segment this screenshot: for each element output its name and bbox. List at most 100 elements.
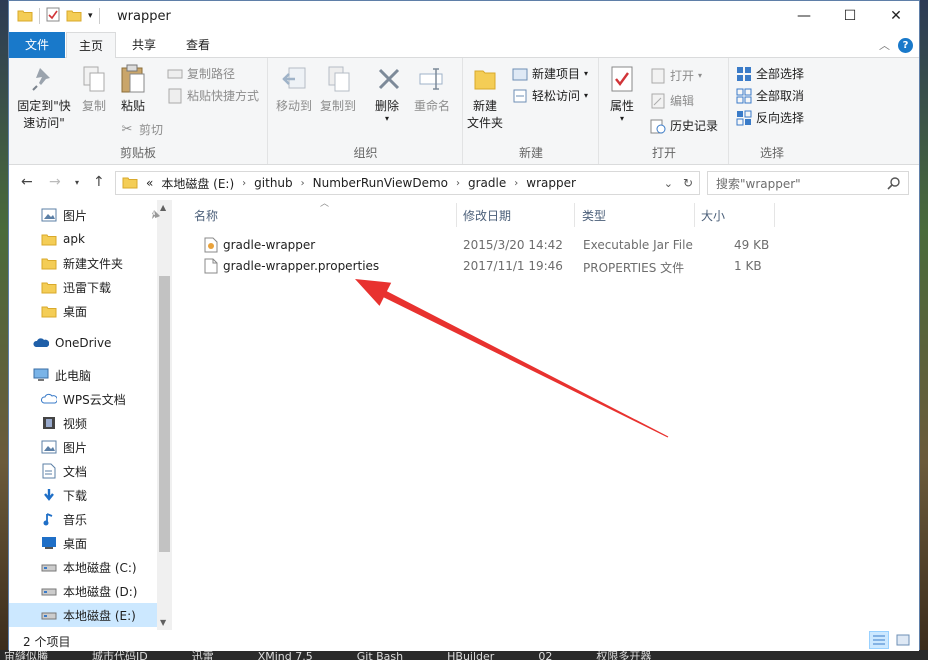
- column-divider[interactable]: [456, 203, 457, 227]
- tab-home[interactable]: 主页: [66, 32, 116, 59]
- breadcrumb-item[interactable]: github: [254, 176, 292, 190]
- invert-selection-button[interactable]: 反向选择: [736, 109, 804, 126]
- search-icon[interactable]: [887, 176, 901, 193]
- minimize-button[interactable]: —: [781, 1, 827, 31]
- nav-item[interactable]: 迅雷下载: [9, 275, 157, 299]
- nav-item[interactable]: 图片: [9, 203, 160, 227]
- paste-shortcut-button[interactable]: 粘贴快捷方式: [167, 87, 259, 104]
- nav-item[interactable]: 本地磁盘 (C:): [9, 555, 157, 579]
- help-icon[interactable]: ?: [898, 37, 913, 53]
- close-button[interactable]: ✕: [873, 1, 919, 31]
- column-header-date[interactable]: 修改日期: [463, 207, 511, 224]
- breadcrumb-item[interactable]: wrapper: [526, 176, 576, 190]
- breadcrumb-item[interactable]: gradle: [468, 176, 506, 190]
- nav-item-label: 此电脑: [55, 368, 92, 383]
- copy-button[interactable]: 复制: [77, 62, 111, 115]
- breadcrumb-separator-icon[interactable]: ›: [456, 178, 460, 189]
- nav-item[interactable]: apk: [9, 227, 157, 251]
- folder-icon: [122, 175, 138, 192]
- taskbar-item[interactable]: 城市代码ID: [92, 650, 148, 660]
- nav-scrollbar[interactable]: ▲ ▼: [157, 200, 172, 630]
- download-icon: [41, 487, 57, 503]
- refresh-icon[interactable]: ↻: [683, 176, 693, 190]
- nav-item[interactable]: 下载: [9, 483, 157, 507]
- scroll-thumb[interactable]: [159, 276, 170, 552]
- back-arrow-icon[interactable]: ←: [21, 174, 33, 190]
- taskbar-item[interactable]: 宙縫似螣: [4, 650, 48, 660]
- breadcrumb-separator-icon[interactable]: ›: [301, 178, 305, 189]
- forward-arrow-icon[interactable]: →: [49, 174, 61, 190]
- nav-item[interactable]: 新建文件夹: [9, 251, 157, 275]
- nav-item[interactable]: 此电脑: [9, 363, 157, 387]
- column-divider[interactable]: [694, 203, 695, 227]
- maximize-button[interactable]: ☐: [827, 1, 873, 31]
- breadcrumb-separator-icon[interactable]: ›: [514, 178, 518, 189]
- nav-item[interactable]: 本地磁盘 (E:): [9, 603, 157, 627]
- open-button[interactable]: 打开 ▾: [650, 67, 702, 84]
- new-folder-button[interactable]: 新建 文件夹: [466, 62, 504, 132]
- history-label: 历史记录: [670, 119, 719, 133]
- breadcrumb-item[interactable]: NumberRunViewDemo: [313, 176, 448, 190]
- tab-share[interactable]: 共享: [121, 32, 167, 58]
- recent-locations-icon[interactable]: ▾: [75, 178, 79, 187]
- select-none-button[interactable]: 全部取消: [736, 87, 804, 104]
- column-divider[interactable]: [574, 203, 575, 227]
- edit-button[interactable]: 编辑: [650, 92, 694, 109]
- file-row[interactable]: gradle-wrapper 2015/3/20 14:42 Executabl…: [194, 235, 774, 255]
- nav-item[interactable]: 本地磁盘 (D:): [9, 579, 157, 603]
- easy-access-button[interactable]: 轻松访问 ▾: [512, 87, 588, 104]
- collapse-ribbon-icon[interactable]: ︿: [879, 37, 890, 53]
- details-view-icon[interactable]: [869, 631, 889, 649]
- delete-button[interactable]: 删除 ▾: [373, 62, 401, 123]
- history-button[interactable]: 历史记录: [650, 117, 718, 134]
- column-header-type[interactable]: 类型: [582, 207, 606, 224]
- properties-dropdown-icon[interactable]: ▾: [604, 115, 640, 123]
- nav-item[interactable]: WPS云文档: [9, 387, 157, 411]
- nav-item[interactable]: 桌面: [9, 531, 157, 555]
- nav-item[interactable]: 视频: [9, 411, 157, 435]
- breadcrumb-separator-icon[interactable]: ›: [242, 178, 246, 189]
- rename-button[interactable]: 重命名: [413, 62, 451, 115]
- taskbar-item[interactable]: XMind 7.5: [258, 650, 313, 660]
- nav-item[interactable]: 桌面: [9, 299, 157, 323]
- delete-dropdown-icon[interactable]: ▾: [373, 115, 401, 123]
- copy-path-button[interactable]: 复制路径: [167, 65, 235, 82]
- tab-file[interactable]: 文件: [9, 32, 65, 58]
- large-icons-view-icon[interactable]: [893, 631, 913, 649]
- address-bar[interactable]: « 本地磁盘 (E:) › github › NumberRunViewDemo…: [115, 171, 700, 195]
- nav-item[interactable]: 音乐: [9, 507, 157, 531]
- scissors-icon: ✂: [121, 122, 133, 137]
- new-item-button[interactable]: 新建项目 ▾: [512, 65, 588, 82]
- select-all-button[interactable]: 全部选择: [736, 65, 804, 82]
- up-arrow-icon[interactable]: ↑: [93, 174, 105, 190]
- tab-view[interactable]: 查看: [175, 32, 221, 58]
- taskbar-item[interactable]: 02: [538, 650, 552, 660]
- taskbar-item[interactable]: 权限多开器: [596, 650, 651, 660]
- paste-button[interactable]: 粘贴: [115, 62, 151, 115]
- breadcrumb-overflow[interactable]: «: [146, 176, 153, 190]
- new-folder-icon[interactable]: [66, 8, 82, 25]
- taskbar-item[interactable]: 迅雷: [192, 650, 214, 660]
- properties-button[interactable]: 属性 ▾: [604, 62, 640, 123]
- scroll-down-icon[interactable]: ▼: [160, 618, 166, 627]
- explorer-window: ▾ wrapper — ☐ ✕ 文件 主页 共享 查看 ︿ ? 固定到"快 速访…: [8, 0, 920, 651]
- address-dropdown-icon[interactable]: ⌄: [664, 177, 673, 190]
- cut-button[interactable]: ✂ 剪切: [119, 121, 163, 138]
- customize-dropdown-icon[interactable]: ▾: [88, 11, 93, 21]
- nav-item[interactable]: 图片: [9, 435, 157, 459]
- quick-access-toolbar: ▾: [17, 7, 100, 25]
- file-row[interactable]: gradle-wrapper.properties 2017/11/1 19:4…: [194, 256, 774, 276]
- copy-to-button[interactable]: 复制到: [319, 62, 357, 115]
- breadcrumb-item[interactable]: 本地磁盘 (E:): [161, 175, 234, 192]
- taskbar-item[interactable]: Git Bash: [357, 650, 403, 660]
- taskbar-item[interactable]: HBuilder: [447, 650, 494, 660]
- pin-quick-access-button[interactable]: 固定到"快 速访问": [13, 62, 75, 132]
- nav-item[interactable]: OneDrive: [9, 331, 157, 355]
- properties-icon[interactable]: [46, 7, 60, 25]
- search-input[interactable]: 搜索"wrapper": [707, 171, 909, 195]
- move-to-button[interactable]: 移动到: [275, 62, 313, 115]
- nav-item[interactable]: 文档: [9, 459, 157, 483]
- column-header-name[interactable]: 名称: [194, 207, 218, 224]
- column-divider[interactable]: [774, 203, 775, 227]
- column-header-size[interactable]: 大小: [701, 207, 725, 224]
